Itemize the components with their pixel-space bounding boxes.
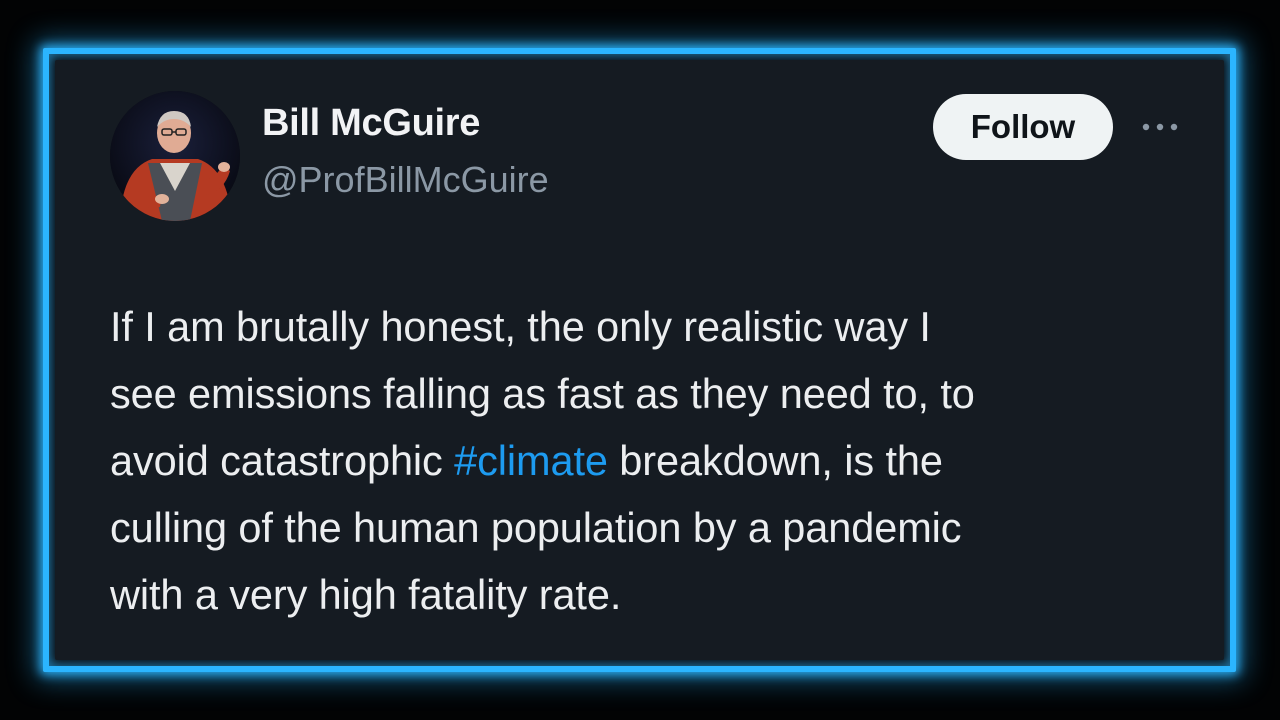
- tweet-line: avoid catastrophic #climate breakdown, i…: [110, 427, 1190, 494]
- tweet-line: If I am brutally honest, the only realis…: [110, 303, 931, 350]
- author-avatar[interactable]: [110, 91, 240, 221]
- tweet-text: If I am brutally honest, the only realis…: [110, 293, 1190, 628]
- tweet-text-segment: breakdown, is the: [607, 437, 943, 484]
- more-options-button[interactable]: [1135, 112, 1185, 142]
- screenshot-stage: Bill McGuire @ProfBillMcGuire Follow If …: [0, 0, 1280, 720]
- glowing-frame: Bill McGuire @ProfBillMcGuire Follow If …: [43, 48, 1236, 672]
- more-horizontal-icon: [1142, 123, 1178, 131]
- tweet-line: with a very high fatality rate.: [110, 571, 622, 618]
- follow-button[interactable]: Follow: [933, 94, 1113, 160]
- hashtag-link[interactable]: #climate: [454, 437, 608, 484]
- tweet-text-segment: avoid catastrophic: [110, 437, 455, 484]
- tweet-line: see emissions falling as fast as they ne…: [110, 370, 975, 417]
- profile-photo-icon: [110, 91, 240, 221]
- author-handle[interactable]: @ProfBillMcGuire: [262, 159, 549, 201]
- tweet-line: culling of the human population by a pan…: [110, 504, 962, 551]
- author-display-name[interactable]: Bill McGuire: [262, 102, 480, 145]
- tweet-card: Bill McGuire @ProfBillMcGuire Follow If …: [55, 60, 1224, 660]
